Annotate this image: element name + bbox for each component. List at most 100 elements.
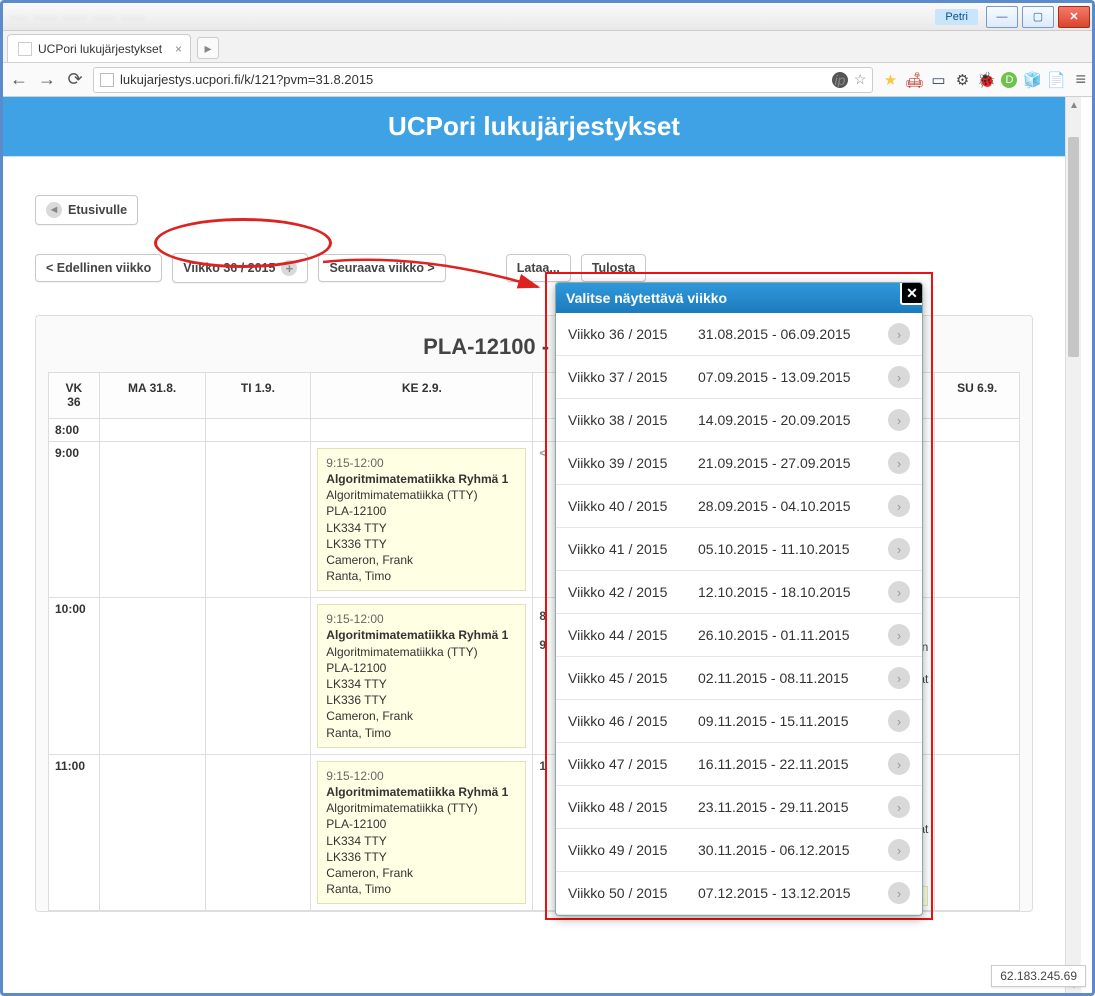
extension-icon-5[interactable]: 🧊 xyxy=(1023,71,1041,89)
week-selector-button[interactable]: Viikko 36 / 2015 + xyxy=(172,253,308,283)
page-icon xyxy=(100,73,114,87)
back-button[interactable]: ← xyxy=(9,69,29,90)
week-option-range: 02.11.2015 - 08.11.2015 xyxy=(698,670,888,686)
tab-close-icon[interactable]: × xyxy=(175,42,182,56)
user-badge[interactable]: Petri xyxy=(935,9,978,25)
schedule-event[interactable]: 9:15-12:00 Algoritmimatematiikka Ryhmä 1… xyxy=(317,761,526,905)
week-option[interactable]: Viikko 49 / 201530.11.2015 - 06.12.2015› xyxy=(556,829,922,872)
week-option-range: 05.10.2015 - 11.10.2015 xyxy=(698,541,888,557)
scrollbar[interactable]: ▲ ▼ xyxy=(1065,97,1081,993)
scroll-up-icon[interactable]: ▲ xyxy=(1066,97,1082,113)
week-option-label: Viikko 39 / 2015 xyxy=(568,455,698,471)
week-option[interactable]: Viikko 50 / 201507.12.2015 - 13.12.2015› xyxy=(556,872,922,915)
week-option[interactable]: Viikko 40 / 201528.09.2015 - 04.10.2015› xyxy=(556,485,922,528)
week-option-range: 23.11.2015 - 29.11.2015 xyxy=(698,799,888,815)
week-option-range: 07.09.2015 - 13.09.2015 xyxy=(698,369,888,385)
week-selector-popup: Valitse näytettävä viikko ✕ Viikko 36 / … xyxy=(555,282,923,916)
minimize-button[interactable]: — xyxy=(986,6,1018,28)
back-arrow-icon: ◄ xyxy=(46,202,62,218)
event-line: LK334 TTY xyxy=(326,520,517,536)
week-option[interactable]: Viikko 42 / 201512.10.2015 - 18.10.2015› xyxy=(556,571,922,614)
popup-close-button[interactable]: ✕ xyxy=(900,282,923,305)
day-header: TI 1.9. xyxy=(205,373,311,419)
time-cell: 11:00 xyxy=(49,754,100,911)
plus-icon: + xyxy=(281,260,297,276)
week-option-label: Viikko 36 / 2015 xyxy=(568,326,698,342)
week-option-range: 14.09.2015 - 20.09.2015 xyxy=(698,412,888,428)
forward-button[interactable]: → xyxy=(37,69,57,90)
url-input[interactable] xyxy=(120,72,832,87)
week-option[interactable]: Viikko 46 / 201509.11.2015 - 15.11.2015› xyxy=(556,700,922,743)
next-week-label: Seuraava viikko > xyxy=(329,261,434,275)
chevron-right-icon: › xyxy=(888,624,910,646)
event-line: LK334 TTY xyxy=(326,676,517,692)
week-option-label: Viikko 37 / 2015 xyxy=(568,369,698,385)
settings-gear-icon[interactable]: ⚙ xyxy=(953,71,971,89)
extension-icon-2[interactable]: ▭ xyxy=(929,71,947,89)
chevron-right-icon: › xyxy=(888,366,910,388)
week-option[interactable]: Viikko 38 / 201514.09.2015 - 20.09.2015› xyxy=(556,399,922,442)
time-cell: 8:00 xyxy=(49,418,100,441)
chevron-right-icon: › xyxy=(888,882,910,904)
address-bar[interactable]: ip ☆ xyxy=(93,67,873,93)
event-line: PLA-12100 xyxy=(326,660,517,676)
week-option[interactable]: Viikko 44 / 201526.10.2015 - 01.11.2015› xyxy=(556,614,922,657)
week-option-range: 28.09.2015 - 04.10.2015 xyxy=(698,498,888,514)
chevron-right-icon: › xyxy=(888,323,910,345)
chevron-right-icon: › xyxy=(888,753,910,775)
extension-icon-3[interactable]: 🐞 xyxy=(977,71,995,89)
bookmark-star-icon[interactable]: ☆ xyxy=(854,71,867,88)
event-title: Algoritmimatematiikka Ryhmä 1 xyxy=(326,627,517,643)
extension-icon-4[interactable]: D xyxy=(1001,72,1017,88)
close-button[interactable]: ✕ xyxy=(1058,6,1090,28)
popup-title: Valitse näytettävä viikko xyxy=(566,290,727,306)
extension-icon-6[interactable]: 📄 xyxy=(1047,71,1065,89)
schedule-event[interactable]: 9:15-12:00 Algoritmimatematiikka Ryhmä 1… xyxy=(317,604,526,748)
week-option-label: Viikko 45 / 2015 xyxy=(568,670,698,686)
week-option-label: Viikko 48 / 2015 xyxy=(568,799,698,815)
week-option-label: Viikko 38 / 2015 xyxy=(568,412,698,428)
hamburger-menu-icon[interactable]: ≡ xyxy=(1075,69,1086,90)
browser-tab[interactable]: UCPori lukujärjestykset × xyxy=(7,34,191,62)
week-option-label: Viikko 50 / 2015 xyxy=(568,885,698,901)
extension-icon-1[interactable]: 🛋 xyxy=(905,71,923,89)
prev-week-label: < Edellinen viikko xyxy=(46,261,151,275)
tab-title: UCPori lukujärjestykset xyxy=(38,42,162,56)
tab-strip: UCPori lukujärjestykset × ▸ xyxy=(3,31,1092,63)
event-line: LK336 TTY xyxy=(326,692,517,708)
week-option[interactable]: Viikko 41 / 201505.10.2015 - 11.10.2015› xyxy=(556,528,922,571)
event-title: Algoritmimatematiikka Ryhmä 1 xyxy=(326,471,517,487)
event-time: 9:15-12:00 xyxy=(326,611,517,627)
event-time: 9:15-12:00 xyxy=(326,768,517,784)
scroll-thumb[interactable] xyxy=(1068,137,1079,357)
chevron-right-icon: › xyxy=(888,495,910,517)
week-option[interactable]: Viikko 36 / 201531.08.2015 - 06.09.2015› xyxy=(556,313,922,356)
week-option[interactable]: Viikko 39 / 201521.09.2015 - 27.09.2015› xyxy=(556,442,922,485)
event-line: Algoritmimatematiikka (TTY) xyxy=(326,644,517,660)
day-header: KE 2.9. xyxy=(311,373,533,419)
week-option-label: Viikko 44 / 2015 xyxy=(568,627,698,643)
event-line: Cameron, Frank xyxy=(326,552,517,568)
reload-button[interactable]: ⟳ xyxy=(65,69,85,90)
day-header: MA 31.8. xyxy=(99,373,205,419)
week-option[interactable]: Viikko 45 / 201502.11.2015 - 08.11.2015› xyxy=(556,657,922,700)
new-tab-button[interactable]: ▸ xyxy=(197,37,219,59)
chevron-right-icon: › xyxy=(888,796,910,818)
event-line: PLA-12100 xyxy=(326,503,517,519)
week-option-range: 30.11.2015 - 06.12.2015 xyxy=(698,842,888,858)
home-button[interactable]: ◄ Etusivulle xyxy=(35,195,138,225)
next-week-button[interactable]: Seuraava viikko > xyxy=(318,254,445,282)
prev-week-button[interactable]: < Edellinen viikko xyxy=(35,254,162,282)
page-title: UCPori lukujärjestykset xyxy=(3,97,1065,157)
week-option-label: Viikko 47 / 2015 xyxy=(568,756,698,772)
schedule-event[interactable]: 9:15-12:00 Algoritmimatematiikka Ryhmä 1… xyxy=(317,448,526,592)
favorites-icon[interactable]: ★ xyxy=(881,71,899,89)
event-line: LK334 TTY xyxy=(326,833,517,849)
maximize-button[interactable]: ▢ xyxy=(1022,6,1054,28)
week-option-range: 16.11.2015 - 22.11.2015 xyxy=(698,756,888,772)
week-option[interactable]: Viikko 37 / 201507.09.2015 - 13.09.2015› xyxy=(556,356,922,399)
ip-extension-icon[interactable]: ip xyxy=(832,72,848,88)
week-option[interactable]: Viikko 48 / 201523.11.2015 - 29.11.2015› xyxy=(556,786,922,829)
week-option-range: 21.09.2015 - 27.09.2015 xyxy=(698,455,888,471)
week-option[interactable]: Viikko 47 / 201516.11.2015 - 22.11.2015› xyxy=(556,743,922,786)
